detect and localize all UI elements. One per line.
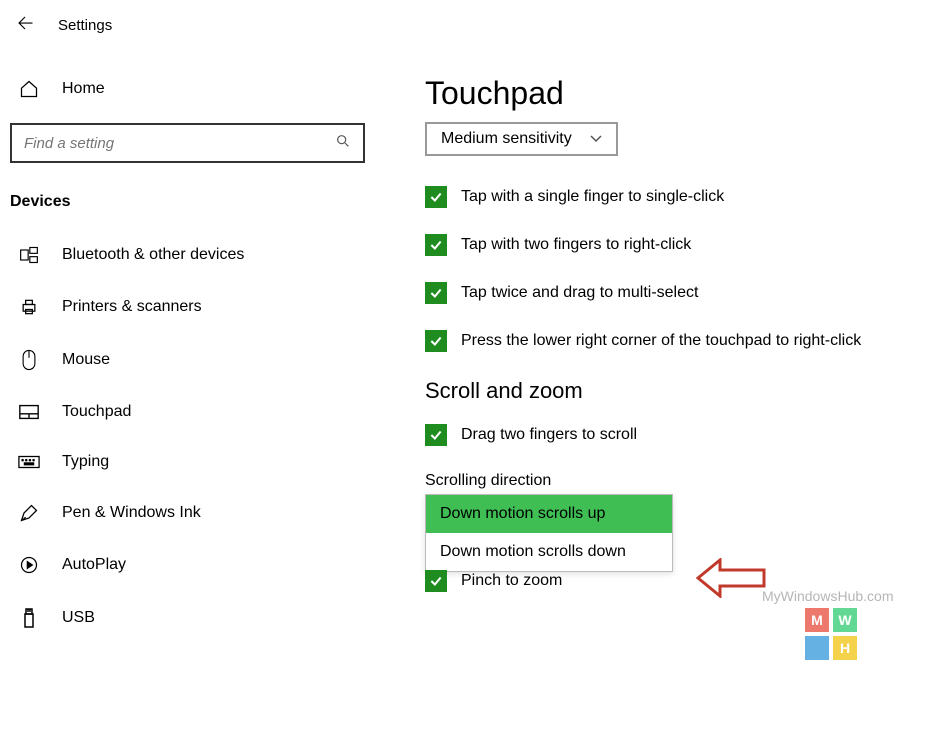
sidebar-item-typing[interactable]: Typing (0, 437, 375, 487)
sidebar-item-usb[interactable]: USB (0, 591, 375, 645)
dropdown-option-up[interactable]: Down motion scrolls up (426, 495, 672, 533)
sidebar: Home Devices Bluetooth & other devices P… (0, 51, 375, 645)
sidebar-item-label: Touchpad (62, 403, 131, 421)
sidebar-item-mouse[interactable]: Mouse (0, 333, 375, 387)
tap-single-click-checkbox[interactable]: Tap with a single finger to single-click (425, 186, 951, 208)
touchpad-icon (18, 403, 40, 421)
check-label: Tap twice and drag to multi-select (461, 284, 698, 302)
checkmark-icon (425, 234, 447, 256)
sidebar-item-label: Typing (62, 453, 109, 471)
dropdown-option-down[interactable]: Down motion scrolls down (426, 533, 672, 571)
sidebar-item-label: AutoPlay (62, 556, 126, 574)
sidebar-home-label: Home (62, 80, 105, 98)
sidebar-item-label: Printers & scanners (62, 298, 202, 316)
checkmark-icon (425, 424, 447, 446)
sidebar-item-label: Pen & Windows Ink (62, 504, 201, 522)
check-label: Tap with two fingers to right-click (461, 236, 691, 254)
check-label: Pinch to zoom (461, 572, 562, 590)
sidebar-section-label: Devices (0, 187, 375, 229)
chevron-down-icon (590, 132, 602, 146)
lower-right-corner-checkbox[interactable]: Press the lower right corner of the touc… (425, 330, 951, 352)
printers-icon (18, 297, 40, 317)
scrolling-direction-dropdown-open[interactable]: Down motion scrolls up Down motion scrol… (425, 494, 673, 572)
main-panel: Touchpad Medium sensitivity Tap with a s… (375, 51, 951, 645)
checkmark-icon (425, 570, 447, 592)
mouse-icon (18, 349, 40, 371)
check-label: Press the lower right corner of the touc… (461, 332, 861, 350)
annotation-arrow-icon (696, 558, 766, 602)
checkmark-icon (425, 282, 447, 304)
sidebar-item-bluetooth[interactable]: Bluetooth & other devices (0, 229, 375, 281)
header-bar: Settings (0, 0, 951, 51)
drag-two-fingers-checkbox[interactable]: Drag two fingers to scroll (425, 424, 951, 446)
search-box[interactable] (10, 123, 365, 163)
check-label: Tap with a single finger to single-click (461, 188, 724, 206)
tap-two-right-click-checkbox[interactable]: Tap with two fingers to right-click (425, 234, 951, 256)
app-title: Settings (58, 17, 112, 34)
usb-icon (18, 607, 40, 629)
sensitivity-dropdown[interactable]: Medium sensitivity (425, 122, 618, 156)
sidebar-item-autoplay[interactable]: AutoPlay (0, 539, 375, 591)
sidebar-item-printers[interactable]: Printers & scanners (0, 281, 375, 333)
sidebar-item-label: USB (62, 609, 95, 627)
checkmark-icon (425, 186, 447, 208)
checkmark-icon (425, 330, 447, 352)
sidebar-item-touchpad[interactable]: Touchpad (0, 387, 375, 437)
search-input[interactable] (24, 135, 335, 152)
sidebar-item-label: Bluetooth & other devices (62, 246, 244, 264)
bluetooth-devices-icon (18, 245, 40, 265)
sidebar-home[interactable]: Home (0, 69, 375, 109)
pinch-zoom-checkbox[interactable]: Pinch to zoom (425, 570, 951, 592)
pen-icon (18, 503, 40, 523)
autoplay-icon (18, 555, 40, 575)
scroll-zoom-heading: Scroll and zoom (425, 378, 951, 404)
scrolling-direction-label: Scrolling direction (425, 472, 951, 490)
sidebar-item-pen[interactable]: Pen & Windows Ink (0, 487, 375, 539)
back-icon[interactable] (16, 14, 34, 37)
home-icon (18, 79, 40, 99)
search-icon (335, 133, 351, 153)
tap-twice-drag-checkbox[interactable]: Tap twice and drag to multi-select (425, 282, 951, 304)
sensitivity-selected-label: Medium sensitivity (441, 130, 572, 148)
sidebar-item-label: Mouse (62, 351, 110, 369)
check-label: Drag two fingers to scroll (461, 426, 637, 444)
page-title: Touchpad (425, 75, 951, 112)
keyboard-icon (18, 455, 40, 469)
